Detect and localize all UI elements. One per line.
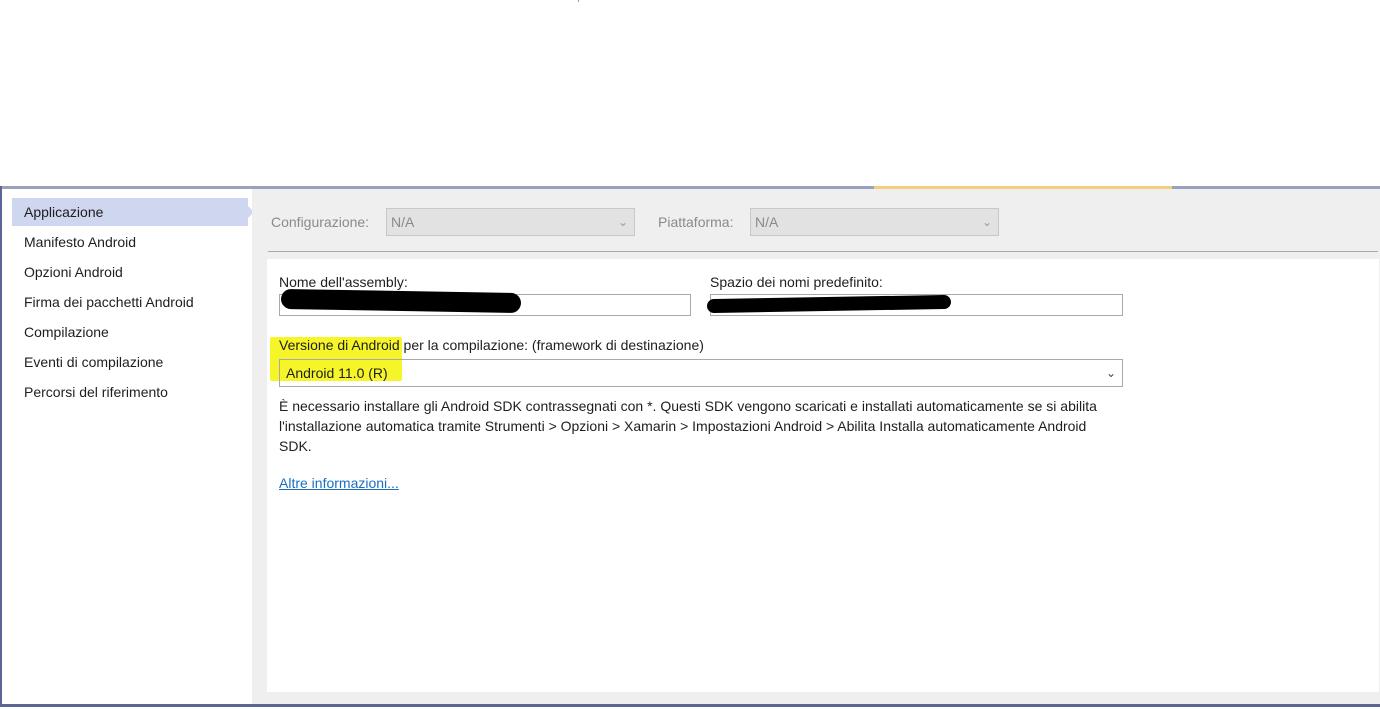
platform-select[interactable]: N/A ⌄ — [750, 208, 999, 236]
redaction-mark — [280, 288, 522, 314]
sdk-info-text: È necessario installare gli Android SDK … — [279, 398, 1097, 454]
configuration-value: N/A — [391, 214, 415, 230]
stray-dot — [578, 0, 579, 2]
platform-value: N/A — [755, 214, 779, 230]
sidebar-item-applicazione[interactable]: Applicazione — [12, 198, 254, 226]
sidebar-item-manifesto-android[interactable]: Manifesto Android — [12, 228, 248, 256]
divider — [268, 251, 1378, 252]
target-framework-select[interactable]: Android 11.0 (R) ⌄ — [279, 359, 1123, 387]
assembly-name-label: Nome dell'assembly: — [279, 274, 408, 290]
main-content: Configurazione: N/A ⌄ Piattaforma: N/A ⌄… — [252, 189, 1380, 704]
sidebar-item-compilazione[interactable]: Compilazione — [12, 318, 248, 346]
configuration-label: Configurazione: — [271, 214, 370, 230]
project-properties-window: Applicazione Manifesto Android Opzioni A… — [0, 186, 1380, 707]
configuration-select[interactable]: N/A ⌄ — [386, 208, 635, 236]
platform-label: Piattaforma: — [658, 214, 734, 230]
target-framework-value: Android 11.0 (R) — [286, 365, 388, 381]
sidebar-item-eventi-compilazione[interactable]: Eventi di compilazione — [12, 348, 248, 376]
sidebar-item-percorsi-riferimento[interactable]: Percorsi del riferimento — [12, 378, 248, 406]
chevron-down-icon: ⌄ — [1105, 366, 1116, 380]
more-info-link[interactable]: Altre informazioni... — [279, 475, 399, 491]
sidebar: Applicazione Manifesto Android Opzioni A… — [2, 189, 254, 704]
chevron-down-icon: ⌄ — [617, 215, 628, 229]
default-namespace-label: Spazio dei nomi predefinito: — [710, 274, 883, 290]
application-settings-panel: Nome dell'assembly: Spazio dei nomi pred… — [267, 259, 1379, 692]
target-framework-label: Versione di Android per la compilazione:… — [279, 337, 704, 353]
sidebar-item-firma-pacchetti[interactable]: Firma dei pacchetti Android — [12, 288, 248, 316]
sidebar-item-opzioni-android[interactable]: Opzioni Android — [12, 258, 248, 286]
chevron-down-icon: ⌄ — [981, 215, 992, 229]
